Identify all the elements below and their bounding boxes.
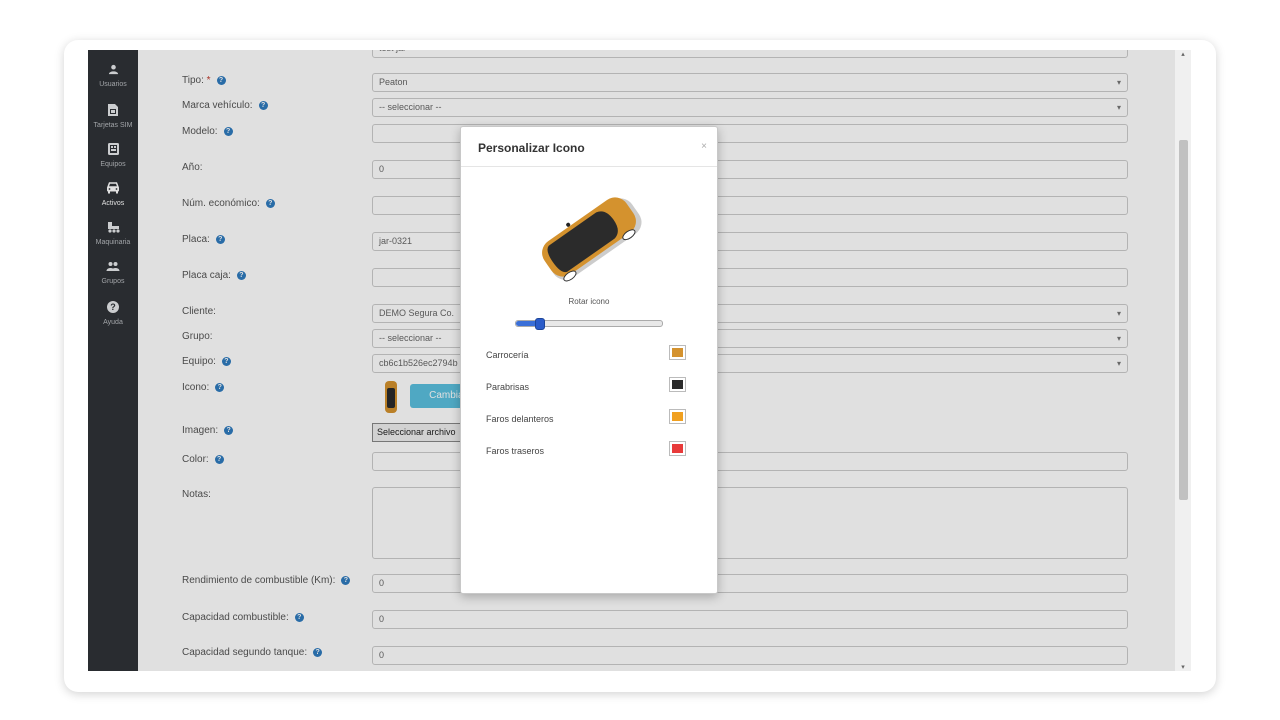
color-row-faros-traseros: Faros traseros <box>486 446 545 456</box>
parabrisas-color-swatch <box>672 380 683 389</box>
rotate-slider[interactable] <box>515 318 663 330</box>
modal-title: Personalizar Icono <box>478 141 585 155</box>
color-row-carroceria: Carrocería <box>486 350 529 360</box>
carroceria-color-swatch <box>672 348 683 357</box>
close-icon[interactable]: × <box>701 141 707 152</box>
scroll-up-arrow[interactable]: ▴ <box>1175 50 1191 58</box>
scroll-down-arrow[interactable]: ▾ <box>1175 663 1191 671</box>
scrollbar[interactable]: ▴ ▾ <box>1175 50 1191 671</box>
faros-delanteros-color-swatch <box>672 412 683 421</box>
modal-header: Personalizar Icono × <box>461 127 717 167</box>
scroll-thumb[interactable] <box>1179 140 1188 500</box>
color-row-parabrisas: Parabrisas <box>486 382 530 392</box>
app-viewport: Usuarios Tarjetas SIM Equipos Activos Ma… <box>88 50 1191 671</box>
rotate-slider-handle[interactable] <box>535 318 546 330</box>
faros-delanteros-color-picker[interactable] <box>669 409 686 424</box>
color-row-faros-delanteros: Faros delanteros <box>486 414 554 424</box>
carroceria-color-picker[interactable] <box>669 345 686 360</box>
rotate-icon-label: Rotar icono <box>568 297 610 306</box>
window-frame: Usuarios Tarjetas SIM Equipos Activos Ma… <box>64 40 1216 692</box>
car-icon-preview <box>542 197 642 282</box>
faros-traseros-color-swatch <box>672 444 683 453</box>
parabrisas-color-picker[interactable] <box>669 377 686 392</box>
customize-icon-modal: Personalizar Icono × Rotar icono Carroce <box>460 126 718 594</box>
faros-traseros-color-picker[interactable] <box>669 441 686 456</box>
